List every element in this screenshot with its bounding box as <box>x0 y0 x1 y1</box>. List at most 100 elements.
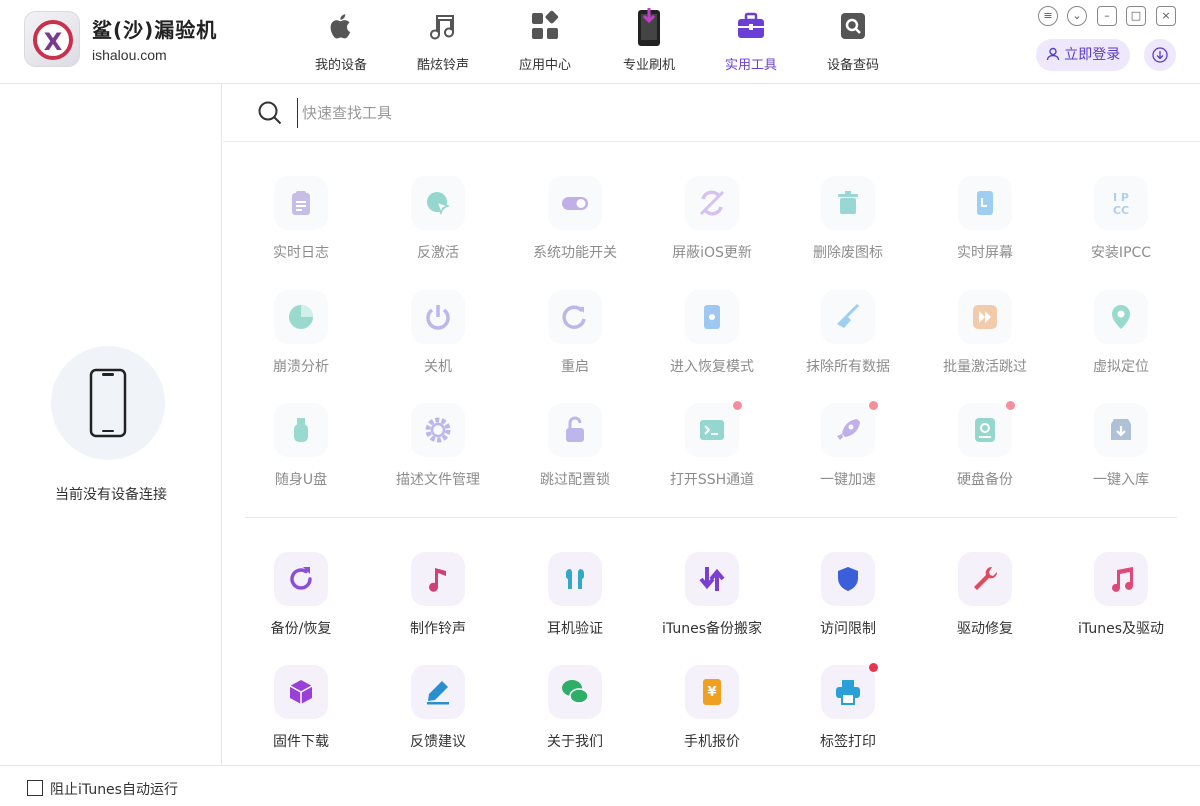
power-icon <box>411 290 465 344</box>
minimize-button[interactable]: – <box>1097 6 1117 26</box>
tool-terminal[interactable]: 打开SSH通道 <box>644 403 780 507</box>
tool-label: 备份/恢复 <box>233 618 369 638</box>
nav-label: 应用中心 <box>500 54 590 73</box>
tool-earbuds[interactable]: 耳机验证 <box>507 552 643 656</box>
notification-dot <box>733 401 742 410</box>
tool-label: 耳机验证 <box>507 618 643 638</box>
nav-app-center[interactable]: 应用中心 <box>500 6 590 76</box>
tool-backup-restore[interactable]: 备份/恢复 <box>233 552 369 656</box>
tool-label: 驱动修复 <box>917 618 1053 638</box>
restart-icon <box>548 290 602 344</box>
app-logo: X <box>24 11 80 67</box>
svg-text:¥: ¥ <box>707 685 716 700</box>
broom-icon <box>821 290 875 344</box>
transfer-arrows-icon <box>685 552 739 606</box>
tool-broom[interactable]: 抹除所有数据 <box>780 290 916 394</box>
search-input[interactable] <box>297 98 797 128</box>
tool-restart[interactable]: 重启 <box>507 290 643 394</box>
nav-device-check[interactable]: 设备查码 <box>808 6 898 76</box>
clipboard-icon <box>274 176 328 230</box>
tool-location-pin[interactable]: 虚拟定位 <box>1053 290 1189 394</box>
tool-toggle[interactable]: 系统功能开关 <box>507 176 643 280</box>
tool-printer[interactable]: 标签打印 <box>780 665 916 769</box>
device-placeholder <box>51 346 165 460</box>
download-icon <box>1152 45 1168 64</box>
menu-button[interactable]: ≡ <box>1038 6 1058 26</box>
notification-dot <box>869 663 878 672</box>
search-doc-icon <box>835 8 871 44</box>
tool-label: iTunes备份搬家 <box>644 618 780 638</box>
close-button[interactable]: × <box>1156 6 1176 26</box>
tool-fast-forward[interactable]: 批量激活跳过 <box>917 290 1053 394</box>
tool-label: 制作铃声 <box>370 618 506 638</box>
tool-itunes[interactable]: iTunes及驱动 <box>1053 552 1189 656</box>
nav-label: 我的设备 <box>296 54 386 73</box>
tool-inbox[interactable]: 一键入库 <box>1053 403 1189 507</box>
earbuds-icon <box>548 552 602 606</box>
notification-dot <box>869 401 878 410</box>
nav-my-device[interactable]: 我的设备 <box>296 6 386 76</box>
nav-tools[interactable]: 实用工具 <box>706 6 796 76</box>
tool-block-update[interactable]: 屏蔽iOS更新 <box>644 176 780 280</box>
recovery-icon <box>685 290 739 344</box>
device-sidebar: 当前没有设备连接 <box>0 84 222 765</box>
tool-price-phone[interactable]: ¥手机报价 <box>644 665 780 769</box>
tool-label: 实时屏幕 <box>917 242 1053 262</box>
tool-recovery[interactable]: 进入恢复模式 <box>644 290 780 394</box>
cube-icon <box>274 665 328 719</box>
tool-pen[interactable]: 反馈建议 <box>370 665 506 769</box>
tool-chat-bubbles[interactable]: 关于我们 <box>507 665 643 769</box>
user-icon <box>1046 47 1064 63</box>
download-button[interactable] <box>1144 39 1176 71</box>
tool-usb[interactable]: 随身U盘 <box>233 403 369 507</box>
music-note-icon <box>425 8 461 44</box>
tool-wrench[interactable]: 驱动修复 <box>917 552 1053 656</box>
tool-label: 重启 <box>507 356 643 376</box>
tool-screen[interactable]: 实时屏幕 <box>917 176 1053 280</box>
tool-power[interactable]: 关机 <box>370 290 506 394</box>
tool-gear[interactable]: 描述文件管理 <box>370 403 506 507</box>
tool-trash[interactable]: 删除废图标 <box>780 176 916 280</box>
gear-icon <box>411 403 465 457</box>
app-url: ishalou.com <box>92 47 167 63</box>
tool-pie-chart[interactable]: 崩溃分析 <box>233 290 369 394</box>
tool-label: 关于我们 <box>507 731 643 751</box>
login-button[interactable]: 立即登录 <box>1036 39 1130 71</box>
nav-label: 设备查码 <box>808 54 898 73</box>
nav-ringtones[interactable]: 酷炫铃声 <box>398 6 488 76</box>
tool-clipboard[interactable]: 实时日志 <box>233 176 369 280</box>
tool-cube[interactable]: 固件下载 <box>233 665 369 769</box>
tool-search-bar <box>223 84 1200 142</box>
apps-grid-icon <box>527 8 563 44</box>
nav-flash[interactable]: 专业刷机 <box>604 6 694 76</box>
notification-dot <box>1006 401 1015 410</box>
tool-shield[interactable]: 访问限制 <box>780 552 916 656</box>
block-itunes-label[interactable]: 阻止iTunes自动运行 <box>50 779 178 799</box>
tool-transfer-arrows[interactable]: iTunes备份搬家 <box>644 552 780 656</box>
tool-ipcc[interactable]: I PCC安装IPCC <box>1053 176 1189 280</box>
dropdown-button[interactable]: ⌄ <box>1067 6 1087 26</box>
price-phone-icon: ¥ <box>685 665 739 719</box>
tool-label: 固件下载 <box>233 731 369 751</box>
footer: 阻止iTunes自动运行 <box>0 765 1200 806</box>
phone-icon <box>89 368 127 438</box>
fast-forward-icon <box>958 290 1012 344</box>
tool-label: 跳过配置锁 <box>507 469 643 489</box>
tool-label: 打开SSH通道 <box>644 469 780 489</box>
tool-unlock[interactable]: 跳过配置锁 <box>507 403 643 507</box>
tool-rocket[interactable]: 一键加速 <box>780 403 916 507</box>
music-note-icon <box>411 552 465 606</box>
pen-icon <box>411 665 465 719</box>
block-update-icon <box>685 176 739 230</box>
nav-label: 酷炫铃声 <box>398 54 488 73</box>
printer-icon <box>821 665 875 719</box>
tool-music-note[interactable]: 制作铃声 <box>370 552 506 656</box>
tool-disk[interactable]: 硬盘备份 <box>917 403 1053 507</box>
tool-label: 虚拟定位 <box>1053 356 1189 376</box>
ipcc-icon: I PCC <box>1094 176 1148 230</box>
tool-cursor[interactable]: 反激活 <box>370 176 506 280</box>
tool-label: 崩溃分析 <box>233 356 369 376</box>
maximize-button[interactable]: □ <box>1126 6 1146 26</box>
disk-icon <box>958 403 1012 457</box>
block-itunes-checkbox[interactable] <box>27 780 43 796</box>
